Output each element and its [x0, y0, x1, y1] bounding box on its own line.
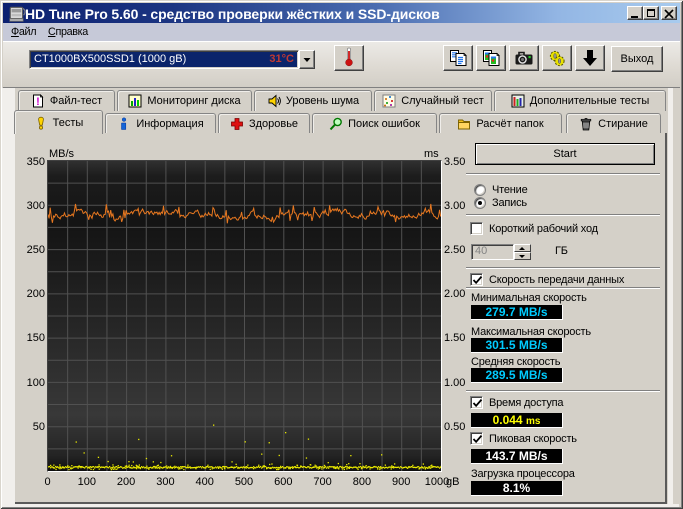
svg-text:!: !	[36, 96, 40, 108]
